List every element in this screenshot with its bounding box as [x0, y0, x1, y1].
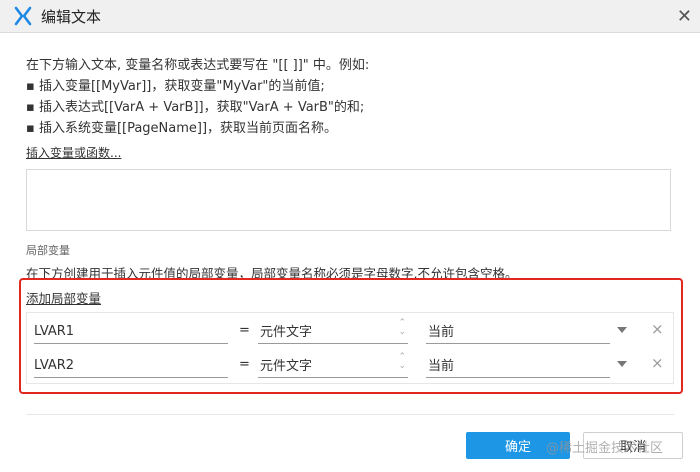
- local-vars-section-title: 局部变量: [26, 244, 70, 257]
- remove-icon[interactable]: ×: [651, 354, 664, 372]
- title-bar: 编辑文本 ✕: [0, 0, 700, 33]
- dialog-title: 编辑文本: [41, 8, 102, 26]
- instruction-line: ▪ 插入变量[[MyVar]]，获取变量"MyVar"的当前值;: [26, 79, 325, 94]
- variable-name-input[interactable]: [34, 353, 228, 378]
- equals-sign: =: [239, 323, 250, 338]
- insert-variable-function-link[interactable]: 插入变量或函数...: [26, 144, 121, 161]
- local-variable-row: = 元件文字 ⌃⌄ 当前 ×: [27, 313, 675, 347]
- local-variable-row: = 元件文字 ⌃⌄ 当前 ×: [27, 347, 675, 381]
- instruction-line: ▪ 插入系统变量[[PageName]]，获取当前页面名称。: [26, 121, 338, 136]
- instructions-text: 在下方输入文本, 变量名称或表达式要写在 "[[ ]]" 中。例如: ▪ 插入变…: [26, 55, 369, 139]
- dropdown-caret-icon[interactable]: [617, 327, 627, 333]
- variable-name-input[interactable]: [34, 319, 228, 344]
- target-widget-label: 当前: [428, 325, 455, 340]
- value-type-select[interactable]: 元件文字 ⌃ ⌄: [258, 353, 408, 378]
- instruction-line: ▪ 插入表达式[[VarA + VarB]]，获取"VarA + VarB"的和…: [26, 100, 365, 115]
- remove-icon[interactable]: ×: [651, 320, 664, 338]
- app-logo-icon: [14, 6, 32, 26]
- value-type-label: 元件文字: [260, 359, 313, 374]
- up-down-spinner-icon: ⌃ ⌄: [398, 352, 406, 371]
- dropdown-caret-icon[interactable]: [617, 361, 627, 367]
- add-local-variable-link[interactable]: 添加局部变量: [26, 288, 101, 307]
- local-variables-table: = 元件文字 ⌃⌄ 当前 × = 元件文字 ⌃⌄ 当前 ×: [26, 312, 674, 384]
- watermark-text: @稀土掘金技术社区: [546, 441, 664, 456]
- instruction-line: 在下方输入文本, 变量名称或表达式要写在 "[[ ]]" 中。例如:: [26, 58, 370, 73]
- value-type-label: 元件文字: [260, 325, 313, 340]
- window-close-icon[interactable]: ✕: [677, 6, 692, 27]
- value-type-select[interactable]: 元件文字 ⌃ ⌄: [258, 319, 408, 344]
- up-down-spinner-icon: ⌃ ⌄: [398, 318, 406, 337]
- footer-divider: [26, 414, 674, 415]
- equals-sign: =: [239, 357, 250, 372]
- text-expression-input[interactable]: [26, 169, 671, 231]
- target-widget-label: 当前: [428, 359, 455, 374]
- target-widget-select[interactable]: 当前: [426, 353, 610, 378]
- target-widget-select[interactable]: 当前: [426, 319, 610, 344]
